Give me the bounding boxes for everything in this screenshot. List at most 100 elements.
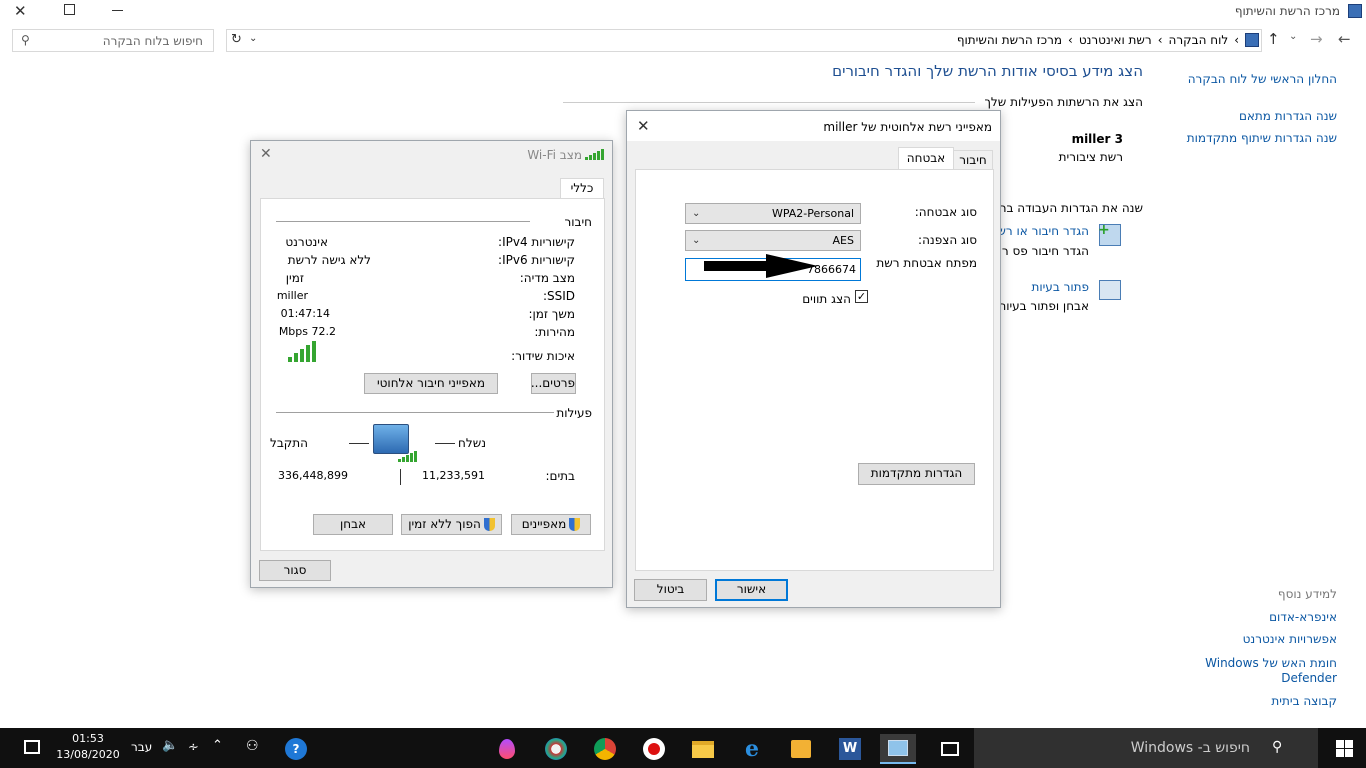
tab-general[interactable]: כללי xyxy=(560,178,604,199)
breadcrumb-network-internet[interactable]: רשת ואינטרנט xyxy=(1079,33,1152,47)
tab-connection[interactable]: חיבור xyxy=(953,150,993,170)
paint-3d-icon[interactable] xyxy=(491,734,523,764)
file-explorer-icon[interactable] xyxy=(687,734,719,764)
bytes-divider xyxy=(400,469,401,485)
divider xyxy=(563,102,975,103)
signal-strength-icon xyxy=(585,149,604,160)
clock[interactable]: 01:53 13/08/2020 xyxy=(52,731,124,763)
breadcrumb-control-panel[interactable]: לוח הבקרה xyxy=(1169,33,1229,47)
back-arrow-icon[interactable]: ← xyxy=(1338,30,1351,48)
see-also-homegroup[interactable]: קבוצה ביתית xyxy=(1271,694,1337,708)
clock-time: 01:53 xyxy=(72,732,104,745)
received-label: התקבל xyxy=(270,436,308,450)
received-line xyxy=(349,443,369,444)
edge-icon[interactable]: e xyxy=(736,734,768,764)
row-label: משך זמן: xyxy=(528,307,575,321)
row-label: קישוריות IPv4: xyxy=(498,235,575,249)
divider xyxy=(276,221,530,222)
sidebar-item-adapter-settings[interactable]: שנה הגדרות מתאם xyxy=(1239,109,1337,123)
row-value: ללא גישה לרשת xyxy=(287,253,371,267)
forward-arrow-icon[interactable]: → xyxy=(1310,30,1323,48)
disable-button[interactable]: הפוך ללא זמין xyxy=(401,514,502,535)
chevron-down-icon: ⌄ xyxy=(692,208,701,219)
wireless-properties-close-button[interactable]: ✕ xyxy=(637,117,650,135)
address-bar[interactable]: ↻ ⌄ › לוח הבקרה › רשת ואינטרנט › מרכז הר… xyxy=(226,29,1262,52)
encryption-type-select[interactable]: AES ⌄ xyxy=(685,230,861,251)
photos-app-icon[interactable] xyxy=(540,734,572,764)
task-view-icon[interactable] xyxy=(934,734,966,764)
advanced-settings-button[interactable]: הגדרות מתקדמות xyxy=(858,463,975,485)
troubleshoot-icon xyxy=(1099,280,1121,300)
breadcrumb: › לוח הבקרה › רשת ואינטרנט › מרכז הרשת ו… xyxy=(957,33,1259,47)
row-value: אינטרנט xyxy=(285,235,328,249)
shield-icon xyxy=(569,518,581,531)
title-bar: ✕ מרכז הרשת והשיתוף xyxy=(0,0,1366,24)
volume-icon[interactable]: 🔈 xyxy=(162,738,178,753)
diagnose-button[interactable]: אבחן xyxy=(313,514,393,535)
minimize-window-button[interactable] xyxy=(112,10,123,11)
see-also-infrared[interactable]: אינפרא-אדום xyxy=(1269,610,1337,624)
sent-line xyxy=(435,443,455,444)
setup-connection-link[interactable]: הגדר חיבור או רשת xyxy=(999,224,1089,240)
show-chars-checkbox[interactable]: ✓ xyxy=(855,290,868,303)
bytes-received: 336,448,899 xyxy=(278,469,348,482)
close-button[interactable]: סגור xyxy=(259,560,331,581)
media-player-icon[interactable] xyxy=(785,734,817,764)
sidebar-item-control-panel-home[interactable]: החלון הראשי של לוח הבקרה xyxy=(1188,72,1337,86)
see-also-firewall[interactable]: חומת האש של Windows Defender xyxy=(1197,656,1337,686)
breadcrumb-sep: › xyxy=(1068,33,1073,47)
network-center-icon xyxy=(1348,4,1362,18)
search-icon: ⚲ xyxy=(1272,739,1283,755)
computer-icon xyxy=(373,424,409,454)
breadcrumb-network-center[interactable]: מרכז הרשת והשיתוף xyxy=(957,33,1062,47)
address-dropdown-icon[interactable]: ⌄ xyxy=(249,33,257,44)
security-type-select[interactable]: WPA2-Personal ⌄ xyxy=(685,203,861,224)
troubleshoot-desc: אבחן ופתור בעיות xyxy=(999,299,1089,313)
people-icon[interactable]: ⚇ xyxy=(246,738,259,754)
up-arrow-icon[interactable]: ↑ xyxy=(1267,30,1280,48)
control-panel-taskbar-icon[interactable] xyxy=(880,734,916,764)
wireless-properties-button[interactable]: מאפייני חיבור אלחוטי xyxy=(364,373,498,394)
search-box[interactable]: ⚲ חיפוש בלוח הבקרה xyxy=(12,29,214,52)
shield-icon xyxy=(483,518,495,531)
row-label: מהירות: xyxy=(534,325,575,339)
maximize-window-button[interactable] xyxy=(64,4,75,15)
troubleshoot-link[interactable]: פתור בעיות xyxy=(1031,280,1089,294)
language-indicator[interactable]: עבר xyxy=(131,740,152,754)
row-label: מצב מדיה: xyxy=(519,271,575,285)
security-type-label: סוג אבטחה: xyxy=(914,205,977,219)
ok-button[interactable]: אישור xyxy=(715,579,788,601)
network-key-label: מפתח אבטחת רשת xyxy=(876,256,977,270)
record-icon[interactable] xyxy=(638,734,670,764)
taskbar-search-input: חיפוש ב- Windows xyxy=(1130,740,1250,756)
see-also-internet-options[interactable]: אפשרויות אינטרנט xyxy=(1243,632,1337,646)
network-name: miller 3 xyxy=(1071,132,1123,146)
taskbar-search-box[interactable]: חיפוש ב- Windows xyxy=(974,728,1318,768)
network-center-icon xyxy=(1245,33,1259,47)
encryption-type-value: AES xyxy=(832,234,854,247)
wifi-tray-icon[interactable]: ∻ xyxy=(188,740,199,755)
show-hidden-icons-chevron-icon[interactable]: ⌃ xyxy=(212,738,223,753)
chrome-icon[interactable] xyxy=(589,734,621,764)
bytes-sent: 11,233,591 xyxy=(422,469,485,482)
recent-dropdown-icon[interactable]: ⌄ xyxy=(1289,31,1297,42)
start-windows-icon[interactable] xyxy=(1322,728,1366,768)
cancel-button[interactable]: ביטול xyxy=(634,579,707,601)
help-icon[interactable]: ? xyxy=(285,738,307,760)
sidebar-item-sharing-settings[interactable]: שנה הגדרות שיתוף מתקדמות xyxy=(1187,131,1337,145)
disable-label: הפוך ללא זמין xyxy=(408,517,481,531)
notifications-icon[interactable] xyxy=(24,740,40,754)
wifi-status-close-button[interactable]: ✕ xyxy=(260,146,272,162)
details-button[interactable]: פרטים... xyxy=(531,373,576,394)
chevron-down-icon: ⌄ xyxy=(692,235,701,246)
refresh-icon[interactable]: ↻ xyxy=(231,32,242,47)
row-label: קישוריות IPv6: xyxy=(498,253,575,267)
see-also-title: למידע נוסף xyxy=(1277,587,1337,601)
breadcrumb-sep: › xyxy=(1234,33,1239,47)
properties-button[interactable]: מאפיינים xyxy=(511,514,591,535)
show-chars-label: הצג תווים xyxy=(802,292,851,306)
sent-label: נשלח xyxy=(458,436,486,450)
close-window-button[interactable]: ✕ xyxy=(14,2,27,20)
word-icon[interactable]: W xyxy=(834,734,866,764)
tab-security[interactable]: אבטחה xyxy=(898,147,954,170)
